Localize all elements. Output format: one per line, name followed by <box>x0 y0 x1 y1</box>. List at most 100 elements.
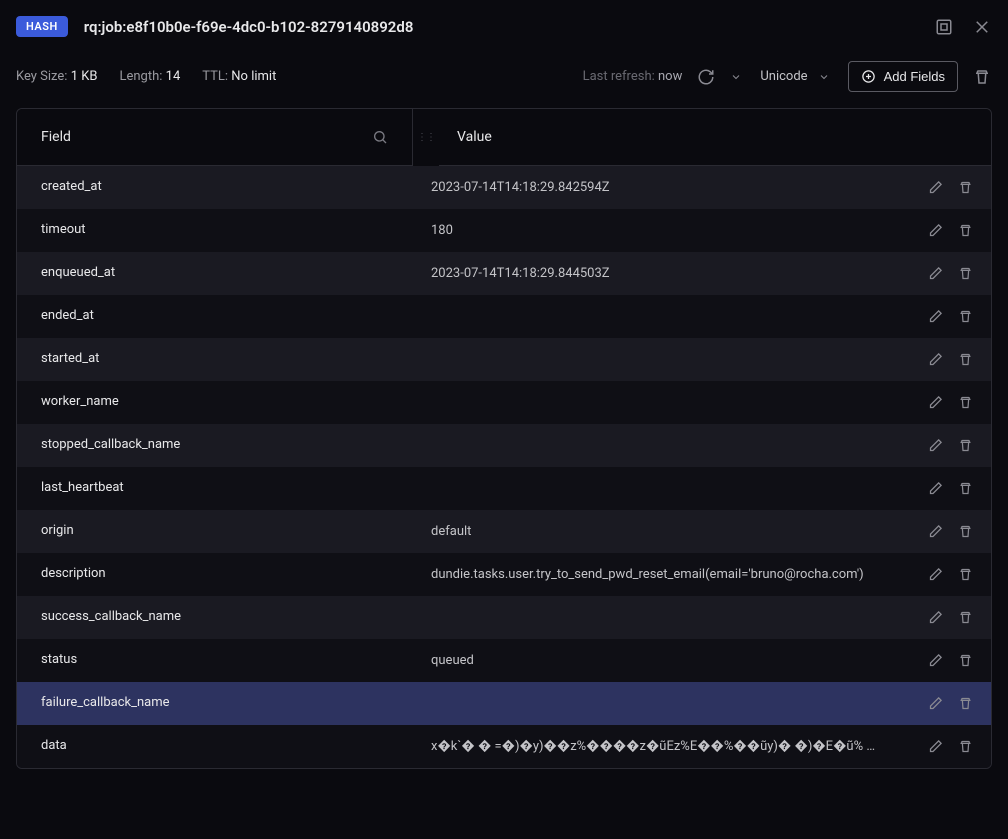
meta-right: Last refresh: now Unicode <box>583 61 992 92</box>
delete-icon[interactable] <box>957 223 973 239</box>
edit-icon[interactable] <box>927 610 943 626</box>
delete-icon[interactable] <box>957 481 973 497</box>
table-row[interactable]: stopped_callback_name <box>17 424 991 467</box>
value-cell <box>413 381 991 424</box>
table-row[interactable]: last_heartbeat <box>17 467 991 510</box>
delete-icon[interactable] <box>957 739 973 755</box>
header-right <box>934 17 992 37</box>
hash-table: Field ⋮⋮ Value created_at2023-07-14T14:1… <box>16 108 992 769</box>
row-actions <box>927 438 973 454</box>
table-row[interactable]: started_at <box>17 338 991 381</box>
edit-icon[interactable] <box>927 266 943 282</box>
value-cell <box>413 596 991 639</box>
edit-icon[interactable] <box>927 309 943 325</box>
delete-icon[interactable] <box>957 610 973 626</box>
column-header-field: Field <box>17 109 413 166</box>
value-cell: 2023-07-14T14:18:29.844503Z <box>413 252 991 295</box>
header: HASH rq:job:e8f10b0e-f69e-4dc0-b102-8279… <box>0 0 1008 53</box>
delete-icon[interactable] <box>957 653 973 669</box>
ttl: TTL: No limit <box>202 69 276 84</box>
delete-key-icon[interactable] <box>972 67 992 87</box>
refresh-dropdown-icon[interactable] <box>730 71 742 83</box>
key-name: rq:job:e8f10b0e-f69e-4dc0-b102-827914089… <box>84 18 414 36</box>
edit-icon[interactable] <box>927 395 943 411</box>
close-icon[interactable] <box>972 17 992 37</box>
length: Length: 14 <box>119 69 180 84</box>
table-row[interactable]: failure_callback_name <box>17 682 991 725</box>
value-cell <box>413 424 991 467</box>
field-cell: origin <box>17 510 413 553</box>
delete-icon[interactable] <box>957 352 973 368</box>
table-header: Field ⋮⋮ Value <box>17 109 991 166</box>
value-cell <box>413 682 991 725</box>
table-row[interactable]: created_at2023-07-14T14:18:29.842594Z <box>17 166 991 209</box>
edit-icon[interactable] <box>927 653 943 669</box>
table-row[interactable]: statusqueued <box>17 639 991 682</box>
value-cell: 2023-07-14T14:18:29.842594Z <box>413 166 991 209</box>
row-actions <box>927 481 973 497</box>
row-actions <box>927 524 973 540</box>
field-cell: timeout <box>17 209 413 252</box>
type-badge: HASH <box>16 16 68 37</box>
row-actions <box>927 266 973 282</box>
table-row[interactable]: ended_at <box>17 295 991 338</box>
table-row[interactable]: success_callback_name <box>17 596 991 639</box>
meta-row: Key Size: 1 KB Length: 14 TTL: No limit … <box>0 53 1008 108</box>
field-cell: description <box>17 553 413 596</box>
delete-icon[interactable] <box>957 309 973 325</box>
row-actions <box>927 567 973 583</box>
table-row[interactable]: worker_name <box>17 381 991 424</box>
edit-icon[interactable] <box>927 180 943 196</box>
key-size: Key Size: 1 KB <box>16 69 97 84</box>
delete-icon[interactable] <box>957 524 973 540</box>
row-actions <box>927 223 973 239</box>
value-cell: 180 <box>413 209 991 252</box>
delete-icon[interactable] <box>957 180 973 196</box>
field-cell: worker_name <box>17 381 413 424</box>
row-actions <box>927 739 973 755</box>
encoding-select[interactable]: Unicode <box>756 69 833 84</box>
value-cell: queued <box>413 639 991 682</box>
edit-icon[interactable] <box>927 567 943 583</box>
table-row[interactable]: datax�k`� � =�)�y)��z%����z�ũEz%E��%��ũy… <box>17 725 991 768</box>
value-cell <box>413 338 991 381</box>
field-cell: last_heartbeat <box>17 467 413 510</box>
value-cell <box>413 295 991 338</box>
field-cell: data <box>17 725 413 768</box>
table-row[interactable]: descriptiondundie.tasks.user.try_to_send… <box>17 553 991 596</box>
delete-icon[interactable] <box>957 438 973 454</box>
delete-icon[interactable] <box>957 567 973 583</box>
delete-icon[interactable] <box>957 696 973 712</box>
refresh-icon[interactable] <box>696 67 716 87</box>
row-actions <box>927 395 973 411</box>
edit-icon[interactable] <box>927 696 943 712</box>
edit-icon[interactable] <box>927 524 943 540</box>
edit-icon[interactable] <box>927 352 943 368</box>
fullscreen-icon[interactable] <box>934 17 954 37</box>
table-row[interactable]: enqueued_at2023-07-14T14:18:29.844503Z <box>17 252 991 295</box>
field-cell: status <box>17 639 413 682</box>
row-actions <box>927 610 973 626</box>
field-cell: failure_callback_name <box>17 682 413 725</box>
delete-icon[interactable] <box>957 266 973 282</box>
add-fields-button[interactable]: Add Fields <box>848 61 958 92</box>
field-cell: stopped_callback_name <box>17 424 413 467</box>
field-cell: success_callback_name <box>17 596 413 639</box>
edit-icon[interactable] <box>927 438 943 454</box>
header-left: HASH rq:job:e8f10b0e-f69e-4dc0-b102-8279… <box>16 16 413 37</box>
table-row[interactable]: origindefault <box>17 510 991 553</box>
field-cell: started_at <box>17 338 413 381</box>
last-refresh: Last refresh: now <box>583 69 683 84</box>
edit-icon[interactable] <box>927 223 943 239</box>
table-row[interactable]: timeout180 <box>17 209 991 252</box>
row-actions <box>927 653 973 669</box>
edit-icon[interactable] <box>927 481 943 497</box>
delete-icon[interactable] <box>957 395 973 411</box>
field-cell: ended_at <box>17 295 413 338</box>
column-resize-handle[interactable]: ⋮⋮ <box>413 109 439 166</box>
value-cell: dundie.tasks.user.try_to_send_pwd_reset_… <box>413 553 991 596</box>
edit-icon[interactable] <box>927 739 943 755</box>
row-actions <box>927 352 973 368</box>
search-icon[interactable] <box>372 129 388 145</box>
value-cell <box>413 467 991 510</box>
